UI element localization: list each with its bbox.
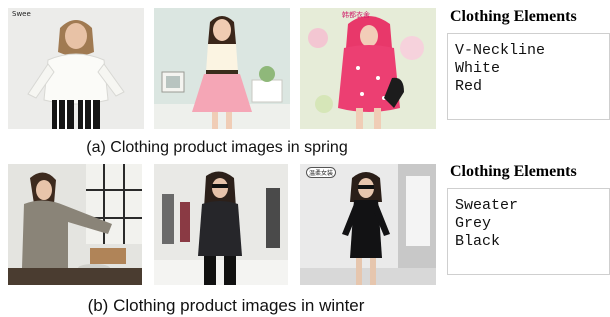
winter-photo-black-dress: 温柔女装 — [300, 164, 436, 285]
winter-photo-black-coat — [154, 164, 288, 285]
store-watermark: 温柔女装 — [306, 167, 337, 178]
clothing-element: White — [455, 60, 501, 77]
clothing-element: Grey — [455, 215, 492, 232]
store-watermark: 韩都衣舍 — [342, 11, 370, 19]
spring-photo-white-blouse: Swee — [8, 8, 144, 129]
clothing-elements-list-winter: Sweater Grey Black — [455, 197, 609, 251]
clothing-element: Black — [455, 233, 501, 250]
clothing-element: Red — [455, 78, 483, 95]
caption-spring: (a) Clothing product images in spring — [86, 139, 348, 156]
figure: Swee 韩都衣舍 (a) Clothing product images in… — [0, 0, 610, 317]
spring-photo-pink-skirt — [154, 8, 290, 129]
spring-photo-red-raincoat: 韩都衣舍 — [300, 8, 436, 129]
clothing-elements-title-spring: Clothing Elements — [450, 8, 577, 25]
caption-winter: (b) Clothing product images in winter — [87, 296, 365, 315]
clothing-elements-box-spring: V-Neckline White Red — [447, 33, 610, 120]
clothing-element: V-Neckline — [455, 42, 546, 59]
clothing-elements-title-winter: Clothing Elements — [450, 163, 577, 180]
winter-photo-grey-sweater — [8, 164, 142, 285]
clothing-element: Sweater — [455, 197, 519, 214]
clothing-elements-box-winter: Sweater Grey Black — [447, 188, 610, 275]
brand-watermark: Swee — [12, 10, 31, 18]
clothing-elements-list-spring: V-Neckline White Red — [455, 42, 609, 96]
